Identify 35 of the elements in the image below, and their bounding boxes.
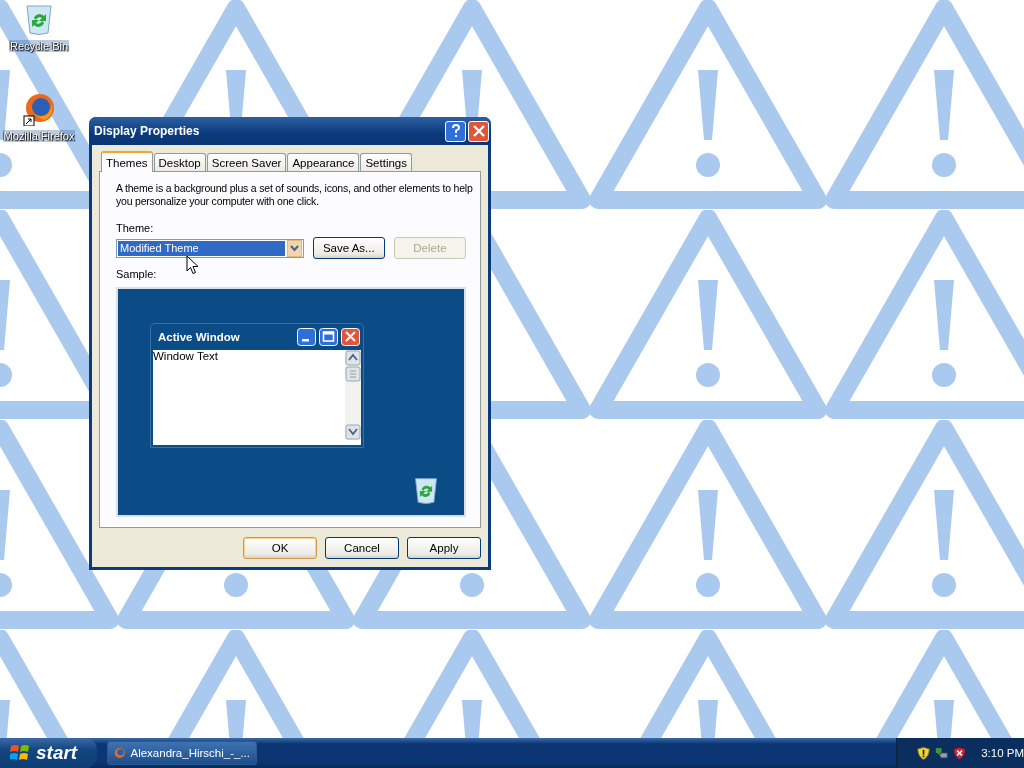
taskbar-button[interactable]: Alexandra_Hirschi_-_... [107, 741, 257, 765]
start-button[interactable]: start [0, 738, 97, 768]
globe-icon[interactable] [22, 92, 56, 126]
sample-label: Sample: [116, 268, 158, 280]
tab[interactable]: Desktop [153, 153, 206, 171]
dialog-button[interactable]: Cancel [325, 537, 399, 559]
window-title: Display Properties [93, 124, 201, 138]
sample-window-text: Window Text [153, 350, 219, 364]
sample-window-title: Active Window [158, 331, 241, 343]
close-icon [472, 125, 485, 137]
dropdown-arrow-icon[interactable] [286, 239, 302, 257]
description-text: A theme is a background plus a set of sounds, icons, and other elements to help you personalize your computer with one click. [116, 182, 474, 208]
mouse-pointer-icon [186, 255, 199, 275]
theme-label: Theme: [116, 222, 155, 234]
dialog-button[interactable]: Apply [407, 537, 481, 559]
shield-icon[interactable] [953, 744, 967, 762]
theme-dropdown[interactable]: Modified Theme [116, 238, 304, 258]
globe-icon [114, 745, 126, 761]
clock[interactable]: 3:10 PM [981, 747, 1024, 759]
recycle-bin-icon [412, 475, 440, 505]
tab[interactable]: Screen Saver [206, 153, 287, 171]
tab[interactable]: Settings [360, 153, 412, 171]
windows-logo-icon [10, 744, 30, 762]
tab[interactable]: Themes [101, 151, 153, 172]
maximize-icon [319, 328, 338, 346]
minimize-icon [297, 328, 316, 346]
shield-icon[interactable] [917, 744, 931, 762]
dialog-button[interactable]: OK [243, 537, 317, 559]
network-icon[interactable] [935, 745, 949, 761]
close-icon [341, 328, 360, 346]
question-mark-icon [449, 124, 462, 138]
theme-action-button[interactable]: Save As... [312, 237, 385, 259]
tab[interactable]: Appearance [287, 153, 360, 171]
close-button[interactable] [468, 120, 489, 142]
help-button[interactable] [445, 120, 466, 142]
